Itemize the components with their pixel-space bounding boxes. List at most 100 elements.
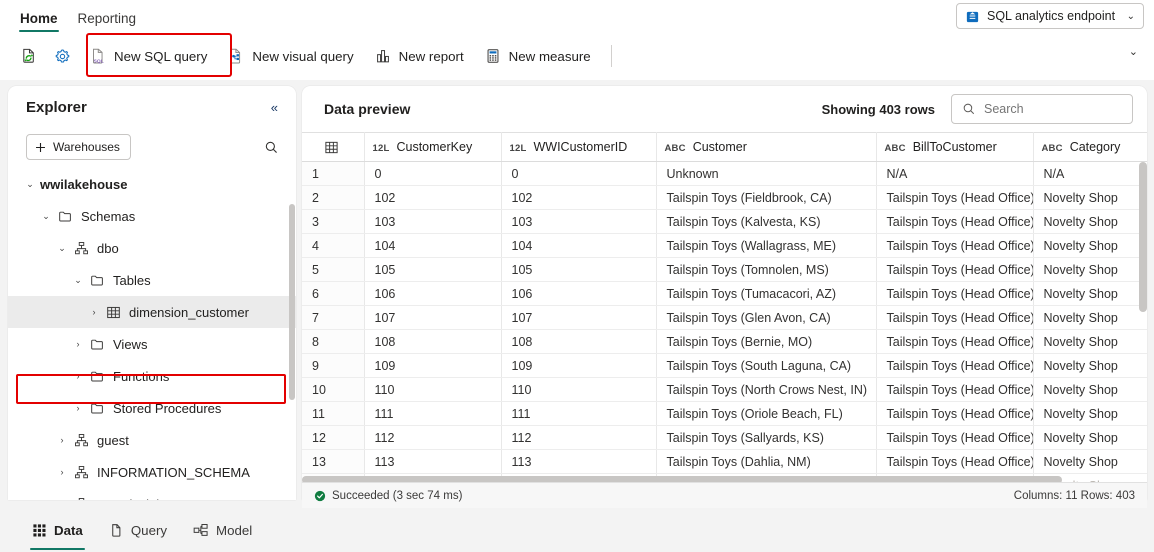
cell-category: Novelty Shop [1033,402,1147,426]
success-check-icon [314,490,326,502]
new-measure-button[interactable]: New measure [475,40,600,72]
plus-icon [34,141,47,154]
cell-billtocustomer: Tailspin Toys (Head Office) [876,450,1033,474]
folder-icon [88,369,106,384]
tree-item-guest[interactable]: ›guest [8,424,296,456]
table-row[interactable]: 5105105Tailspin Toys (Tomnolen, MS)Tails… [302,258,1147,282]
row-number: 9 [302,354,364,378]
tree-item-tables[interactable]: ⌄Tables [8,264,296,296]
tree-item-views[interactable]: ›Views [8,328,296,360]
new-sql-query-button[interactable]: SQL New SQL query [80,40,216,72]
tree-item-label: Functions [113,369,169,384]
chevron-down-icon[interactable]: ⌄ [22,179,38,190]
chevron-right-icon[interactable]: › [54,467,70,477]
sql-analytics-endpoint-selector[interactable]: SQL analytics endpoint ⌄ [956,3,1144,29]
collapse-panel-icon[interactable]: « [267,98,282,117]
column-type-badge: ABC [665,143,686,154]
table-row[interactable]: 13113113Tailspin Toys (Dahlia, NM)Tailsp… [302,450,1147,474]
tree-item-dimension-customer[interactable]: › dimension_customer [8,296,296,328]
data-grid-container: 12LCustomerKey 12LWWICustomerID ABCCusto… [302,132,1147,484]
query-page-icon [109,523,124,538]
table-row[interactable]: 8108108Tailspin Toys (Bernie, MO)Tailspi… [302,330,1147,354]
tree-item-label: Schemas [81,209,135,224]
explorer-search-icon[interactable] [261,137,282,158]
column-header-wwicustomerid[interactable]: 12LWWICustomerID [501,133,656,162]
chevron-right-icon[interactable]: › [70,403,86,413]
cell-billtocustomer: Tailspin Toys (Head Office) [876,186,1033,210]
table-row[interactable]: 11111111Tailspin Toys (Oriole Beach, FL)… [302,402,1147,426]
cell-category: Novelty Shop [1033,234,1147,258]
column-type-badge: ABC [885,143,906,154]
chevron-right-icon[interactable]: › [86,307,102,317]
cell-customer: Tailspin Toys (Wallagrass, ME) [656,234,876,258]
cell-customerkey: 105 [364,258,501,282]
table-row[interactable]: 12112112Tailspin Toys (Sallyards, KS)Tai… [302,426,1147,450]
table-row[interactable]: 4104104Tailspin Toys (Wallagrass, ME)Tai… [302,234,1147,258]
chevron-down-icon[interactable]: ⌄ [70,275,86,286]
chevron-down-icon[interactable]: ⌄ [54,243,70,254]
cell-category: Novelty Shop [1033,354,1147,378]
add-warehouses-button[interactable]: Warehouses [26,134,131,160]
tree-item-queryinsights[interactable]: ›queryinsights [8,488,296,500]
ribbon-expand-chevron-icon[interactable]: ⌄ [1129,45,1138,58]
settings-button[interactable] [47,40,78,72]
model-nodes-icon [193,523,209,538]
tree-item-label: wwilakehouse [40,177,127,192]
tree-item-stored-procedures[interactable]: ›Stored Procedures [8,392,296,424]
tab-reporting[interactable]: Reporting [68,11,147,32]
explorer-panel: Explorer « Warehouses [8,86,296,500]
new-measure-label: New measure [509,49,591,64]
view-tab-data[interactable]: Data [22,513,93,547]
cell-customer: Tailspin Toys (Tumacacori, AZ) [656,282,876,306]
select-all-grid-icon[interactable] [302,133,364,162]
chevron-down-icon[interactable]: ⌄ [38,211,54,222]
view-tab-model[interactable]: Model [183,513,262,547]
cell-customer: Tailspin Toys (Oriole Beach, FL) [656,402,876,426]
search-box[interactable] [951,94,1133,124]
cell-customer: Tailspin Toys (Tomnolen, MS) [656,258,876,282]
tree-item-functions[interactable]: › Functions [8,360,296,392]
tree-item-label: dbo [97,241,119,256]
table-row[interactable]: 9109109Tailspin Toys (South Laguna, CA)T… [302,354,1147,378]
data-grid-header: 12LCustomerKey 12LWWICustomerID ABCCusto… [302,133,1147,162]
column-header-category[interactable]: ABCCategory [1033,133,1147,162]
column-header-customer[interactable]: ABCCustomer [656,133,876,162]
ribbon-divider [611,45,612,67]
table-row[interactable]: 2102102Tailspin Toys (Fieldbrook, CA)Tai… [302,186,1147,210]
cell-wwicustomerid: 0 [501,162,656,186]
tab-home[interactable]: Home [10,11,68,32]
table-row[interactable]: 7107107Tailspin Toys (Glen Avon, CA)Tail… [302,306,1147,330]
chevron-right-icon[interactable]: › [70,371,86,381]
chevron-right-icon[interactable]: › [70,339,86,349]
chevron-right-icon[interactable]: › [54,499,70,500]
data-grid: 12LCustomerKey 12LWWICustomerID ABCCusto… [302,132,1147,484]
table-row[interactable]: 6106106Tailspin Toys (Tumacacori, AZ)Tai… [302,282,1147,306]
tree-item-schemas[interactable]: ⌄ Schemas [8,200,296,232]
cell-billtocustomer: Tailspin Toys (Head Office) [876,330,1033,354]
tree-item-label: dimension_customer [129,305,249,320]
table-row[interactable]: 100UnknownN/AN/A [302,162,1147,186]
tree-item-information-schema[interactable]: ›INFORMATION_SCHEMA [8,456,296,488]
cell-customerkey: 107 [364,306,501,330]
explorer-scrollbar[interactable] [289,204,295,400]
search-input[interactable] [984,102,1122,116]
column-type-badge: 12L [373,143,390,154]
cell-customer: Tailspin Toys (Glen Avon, CA) [656,306,876,330]
row-number: 13 [302,450,364,474]
new-visual-query-button[interactable]: New visual query [218,40,362,72]
tree-item-wwilakehouse[interactable]: ⌄wwilakehouse [8,168,296,200]
column-header-customerkey[interactable]: 12LCustomerKey [364,133,501,162]
table-row[interactable]: 3103103Tailspin Toys (Kalvesta, KS)Tails… [302,210,1147,234]
chevron-right-icon[interactable]: › [54,435,70,445]
tree-item-dbo[interactable]: ⌄ dbo [8,232,296,264]
view-tab-query[interactable]: Query [99,513,177,547]
column-header-billtocustomer[interactable]: ABCBillToCustomer [876,133,1033,162]
table-row[interactable]: 10110110Tailspin Toys (North Crows Nest,… [302,378,1147,402]
cell-billtocustomer: Tailspin Toys (Head Office) [876,234,1033,258]
folder-icon [56,209,74,224]
cell-wwicustomerid: 111 [501,402,656,426]
schema-icon [72,433,90,448]
refresh-button[interactable] [14,40,45,72]
grid-vertical-scrollbar[interactable] [1139,162,1147,312]
new-report-button[interactable]: New report [365,40,473,72]
